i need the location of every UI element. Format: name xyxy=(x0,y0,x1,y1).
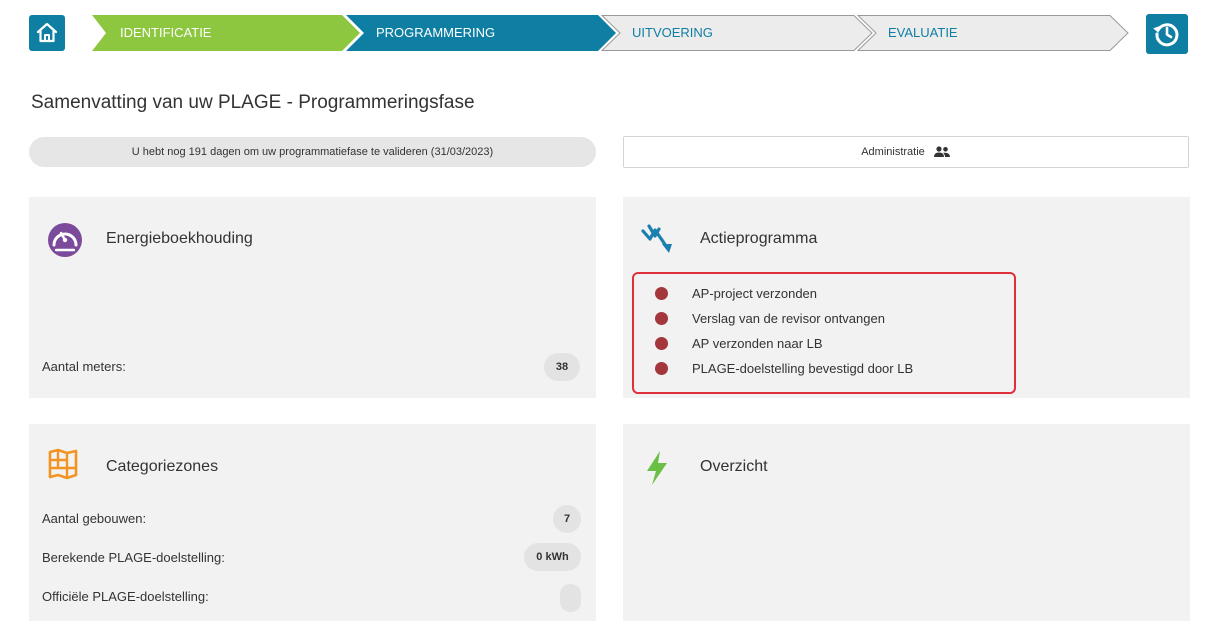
stepper-shapes xyxy=(92,15,1129,51)
home-button[interactable] xyxy=(29,15,65,51)
map-icon xyxy=(47,448,79,485)
official-target-badge xyxy=(560,584,581,612)
calculated-target-label: Berekende PLAGE-doelstelling: xyxy=(42,550,225,565)
step-uitvoering[interactable]: UITVOERING xyxy=(632,15,713,51)
administration-button[interactable]: Administratie xyxy=(623,136,1189,168)
page-title: Samenvatting van uw PLAGE - Programmerin… xyxy=(31,92,475,113)
gauge-icon xyxy=(47,222,83,263)
category-zones-title: Categoriezones xyxy=(106,458,219,475)
buildings-count-label: Aantal gebouwen: xyxy=(42,511,147,526)
users-icon xyxy=(933,146,950,157)
deadline-status: U hebt nog 191 dagen om uw programmatief… xyxy=(29,137,596,167)
meters-count-badge: 38 xyxy=(544,353,580,381)
buildings-count-badge: 7 xyxy=(553,505,581,533)
overview-card[interactable] xyxy=(623,424,1190,621)
phase-stepper: IDENTIFICATIE PROGRAMMERING UITVOERING E… xyxy=(92,15,1142,51)
step-identificatie[interactable]: IDENTIFICATIE xyxy=(120,15,211,51)
highlight-box xyxy=(632,272,1016,394)
trend-down-icon xyxy=(641,224,673,259)
administration-label: Administratie xyxy=(861,146,925,158)
step-programmering[interactable]: PROGRAMMERING xyxy=(376,15,495,51)
step-evaluatie[interactable]: EVALUATIE xyxy=(888,15,958,51)
lightning-icon xyxy=(644,450,670,491)
history-button[interactable] xyxy=(1146,14,1188,54)
meters-label: Aantal meters: xyxy=(42,359,126,374)
official-target-label: Officiële PLAGE-doelstelling: xyxy=(42,589,209,604)
history-icon xyxy=(1153,23,1179,47)
home-icon xyxy=(36,22,58,43)
calculated-target-badge: 0 kWh xyxy=(524,543,581,571)
action-program-title: Actieprogramma xyxy=(700,230,818,247)
overview-title: Overzicht xyxy=(700,458,768,475)
energy-card-title: Energieboekhouding xyxy=(106,230,253,247)
